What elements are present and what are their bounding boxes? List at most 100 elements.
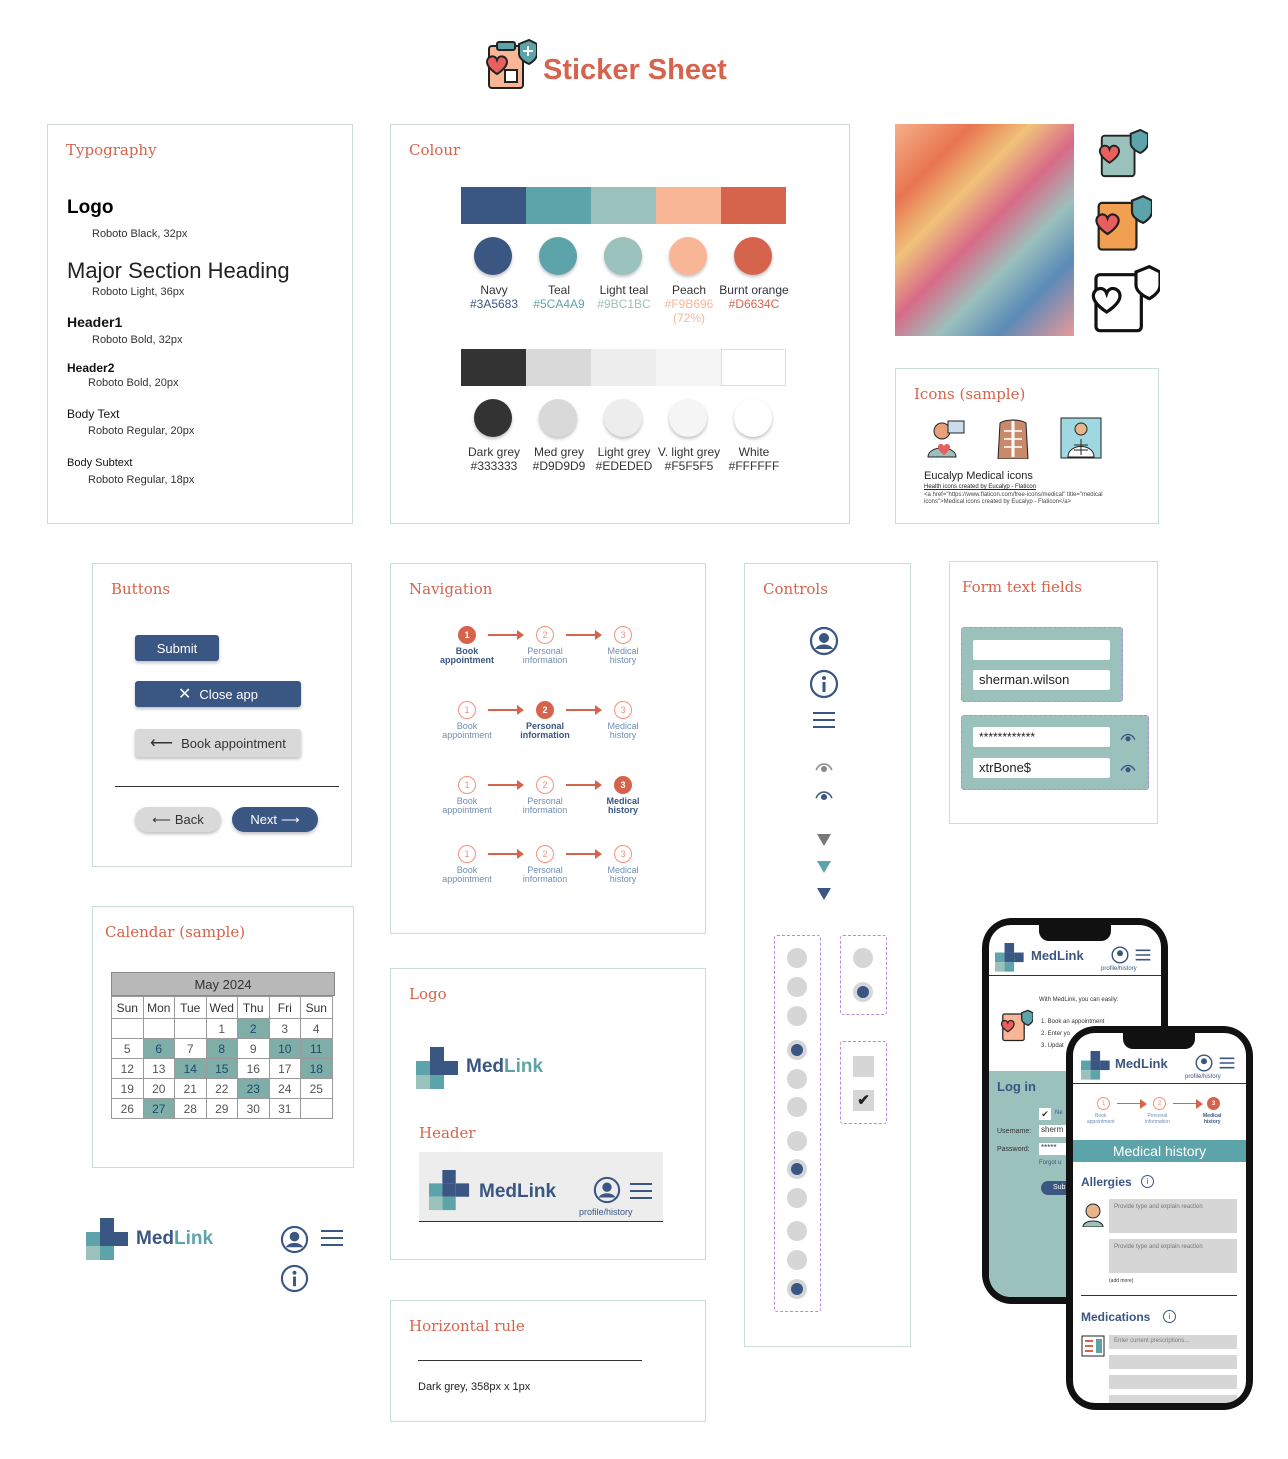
step-3-indicator[interactable]: 3 xyxy=(614,626,632,644)
password-field-visible[interactable]: xtrBone$ xyxy=(973,758,1110,778)
medication-input-3[interactable] xyxy=(1109,1375,1237,1389)
profile-history-label[interactable]: profile/history xyxy=(1101,966,1137,972)
calendar-day[interactable]: 23 xyxy=(237,1078,270,1099)
eye-icon[interactable] xyxy=(815,760,833,774)
calendar-day[interactable]: 12 xyxy=(111,1058,144,1079)
profile-history-label[interactable]: profile/history xyxy=(1185,1074,1221,1080)
step-2-indicator[interactable]: 2 xyxy=(536,776,554,794)
checkbox-unchecked[interactable] xyxy=(853,1056,874,1077)
checkbox-checked[interactable]: ✔ xyxy=(853,1090,874,1111)
calendar-day[interactable]: 18 xyxy=(300,1058,333,1079)
back-button[interactable]: ⟵ Back xyxy=(135,807,221,832)
empty-text-field[interactable] xyxy=(973,640,1110,660)
username-field[interactable]: sherman.wilson xyxy=(973,670,1110,690)
calendar-day[interactable]: 17 xyxy=(268,1058,301,1079)
profile-icon[interactable] xyxy=(809,626,839,656)
calendar-day[interactable]: 7 xyxy=(174,1038,207,1059)
step-3-indicator[interactable]: 3 xyxy=(614,701,632,719)
menu-icon[interactable] xyxy=(629,1182,653,1200)
calendar-day[interactable]: 19 xyxy=(111,1078,144,1099)
profile-icon[interactable] xyxy=(593,1176,621,1204)
calendar-day[interactable]: 6 xyxy=(142,1038,175,1059)
radio-selected[interactable] xyxy=(787,1159,807,1179)
step-1-indicator[interactable]: 1 xyxy=(458,845,476,863)
calendar-day[interactable]: 14 xyxy=(174,1058,207,1079)
info-icon[interactable] xyxy=(280,1264,309,1293)
calendar-day[interactable]: 29 xyxy=(205,1098,238,1119)
calendar-day[interactable]: 1 xyxy=(205,1018,238,1039)
calendar-day[interactable]: 10 xyxy=(268,1038,301,1059)
step-3-indicator[interactable]: 3 xyxy=(614,776,632,794)
step-1-indicator[interactable]: 1 xyxy=(458,626,476,644)
radio-unselected[interactable] xyxy=(787,1069,807,1089)
calendar-day[interactable]: 21 xyxy=(174,1078,207,1099)
profile-icon[interactable] xyxy=(1111,946,1129,964)
next-button[interactable]: Next ⟶ xyxy=(232,807,318,832)
step-1-indicator[interactable]: 1 xyxy=(458,776,476,794)
calendar-day[interactable]: 16 xyxy=(237,1058,270,1079)
eye-icon[interactable] xyxy=(1120,731,1136,743)
password-field-masked[interactable]: ************ xyxy=(973,727,1110,747)
medication-input-4[interactable] xyxy=(1109,1395,1237,1403)
calendar-day[interactable]: 9 xyxy=(237,1038,270,1059)
radio-unselected[interactable] xyxy=(787,1097,807,1117)
remember-checkbox[interactable]: ✔ xyxy=(1039,1108,1051,1120)
info-icon[interactable] xyxy=(809,669,839,699)
radio-unselected[interactable] xyxy=(787,1250,807,1270)
book-appointment-button[interactable]: ⟵ Book appointment xyxy=(135,729,301,757)
medication-input-2[interactable] xyxy=(1109,1355,1237,1369)
add-more-link[interactable]: (add more) xyxy=(1109,1278,1133,1284)
menu-icon[interactable] xyxy=(1135,949,1151,961)
medication-input-1[interactable]: Enter current prescriptions... xyxy=(1109,1335,1237,1349)
eye-active-icon[interactable] xyxy=(815,788,833,802)
step-3-indicator[interactable]: 3 xyxy=(614,845,632,863)
radio-selected[interactable] xyxy=(787,1279,807,1299)
calendar-day[interactable]: 22 xyxy=(205,1078,238,1099)
calendar-day[interactable]: 11 xyxy=(300,1038,333,1059)
calendar-day[interactable]: 3 xyxy=(268,1018,301,1039)
calendar-day[interactable]: 31 xyxy=(268,1098,301,1119)
profile-icon[interactable] xyxy=(280,1225,309,1254)
dropdown-arrow-navy-icon[interactable] xyxy=(817,888,831,900)
calendar-day[interactable]: 30 xyxy=(237,1098,270,1119)
calendar-day[interactable]: 27 xyxy=(142,1098,175,1119)
radio-unselected[interactable] xyxy=(787,948,807,968)
calendar-day[interactable]: 4 xyxy=(300,1018,333,1039)
profile-icon[interactable] xyxy=(1195,1054,1213,1072)
calendar-day[interactable]: 24 xyxy=(268,1078,301,1099)
submit-button[interactable]: Submit xyxy=(135,635,219,661)
info-icon[interactable]: i xyxy=(1141,1175,1154,1188)
calendar-day[interactable]: 20 xyxy=(142,1078,175,1099)
radio-unselected[interactable] xyxy=(787,1221,807,1241)
menu-icon[interactable] xyxy=(320,1229,344,1247)
calendar-day[interactable]: 5 xyxy=(111,1038,144,1059)
calendar-day[interactable]: 15 xyxy=(205,1058,238,1079)
info-icon[interactable]: i xyxy=(1163,1310,1176,1323)
step-2-indicator[interactable]: 2 xyxy=(536,845,554,863)
radio-unselected[interactable] xyxy=(787,1006,807,1026)
radio-selected[interactable] xyxy=(787,1040,807,1060)
menu-icon[interactable] xyxy=(812,711,836,729)
radio-unselected[interactable] xyxy=(787,1188,807,1208)
eye-active-icon[interactable] xyxy=(1120,762,1136,774)
calendar-day[interactable]: 8 xyxy=(205,1038,238,1059)
radio-unselected[interactable] xyxy=(787,977,807,997)
calendar-day[interactable]: 2 xyxy=(237,1018,270,1039)
allergy-input-1[interactable]: Provide type and explain reaction xyxy=(1109,1199,1237,1233)
menu-icon[interactable] xyxy=(1219,1057,1235,1069)
calendar-day[interactable]: 13 xyxy=(142,1058,175,1079)
forgot-link[interactable]: Forgot u xyxy=(1039,1160,1061,1166)
step-1-indicator[interactable]: 1 xyxy=(458,701,476,719)
radio-unselected[interactable] xyxy=(787,1131,807,1151)
radio-unselected[interactable] xyxy=(853,948,873,968)
step-2-indicator[interactable]: 2 xyxy=(536,626,554,644)
calendar-day[interactable]: 28 xyxy=(174,1098,207,1119)
icons-credit-link[interactable]: Health icons created by Eucalyp - Flatic… xyxy=(924,484,1036,490)
close-app-button[interactable]: ✕ Close app xyxy=(135,681,301,707)
radio-selected[interactable] xyxy=(853,982,873,1002)
calendar-day[interactable]: 25 xyxy=(300,1078,333,1099)
dropdown-arrow-teal-icon[interactable] xyxy=(817,861,831,873)
profile-history-label[interactable]: profile/history xyxy=(579,1207,633,1217)
allergy-input-2[interactable]: Provide type and explain reaction xyxy=(1109,1239,1237,1273)
dropdown-arrow-grey-icon[interactable] xyxy=(817,834,831,846)
